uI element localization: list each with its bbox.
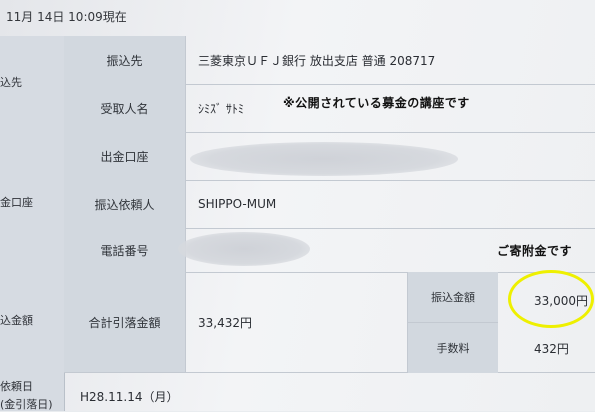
redaction-phone — [178, 232, 310, 266]
total-debit-value: 33,432円 — [198, 316, 252, 330]
donation-note: ご寄附金です — [497, 244, 573, 258]
phone-label: 電話番号 — [64, 228, 186, 272]
recipient-value: ｼﾐｽﾞ ｻﾄﾐ — [198, 101, 244, 116]
fee-label: 手数料 — [407, 322, 498, 373]
section-label-payee: 込先 — [0, 76, 22, 89]
payee-row: 振込先 三菱東京ＵＦＪ銀行 放出支店 普通 208717 — [64, 36, 595, 85]
as-of-timestamp: 11月 14日 10:09現在 — [6, 10, 127, 24]
highlight-ring — [508, 270, 594, 328]
fee-value: 432円 — [534, 342, 569, 356]
transfer-amount-label: 振込金額 — [407, 272, 498, 322]
requester-row: 振込依頼人 SHIPPO-MUM — [64, 180, 595, 229]
section-label-date-sub: (金引落日) — [0, 398, 53, 411]
requester-value: SHIPPO-MUM — [198, 197, 277, 211]
transfer-date-value: H28.11.14（月） — [80, 390, 179, 404]
payee-label: 振込先 — [64, 36, 186, 84]
section-label-account: 金口座 — [0, 196, 33, 209]
left-section-column: 込先 金口座 込金額 依頼日 (金引落日) — [0, 36, 65, 411]
section-label-amount: 込金額 — [0, 314, 33, 327]
source-account-label: 出金口座 — [64, 132, 186, 180]
section-label-date: 依頼日 — [0, 380, 33, 393]
requester-label: 振込依頼人 — [64, 180, 186, 228]
recipient-label: 受取人名 — [64, 84, 186, 132]
redaction-source-account — [190, 142, 458, 176]
payee-value: 三菱東京ＵＦＪ銀行 放出支店 普通 208717 — [198, 53, 436, 68]
public-account-note: ※公開されている募金の講座です — [283, 96, 470, 110]
total-debit-label: 合計引落金額 — [64, 272, 186, 372]
